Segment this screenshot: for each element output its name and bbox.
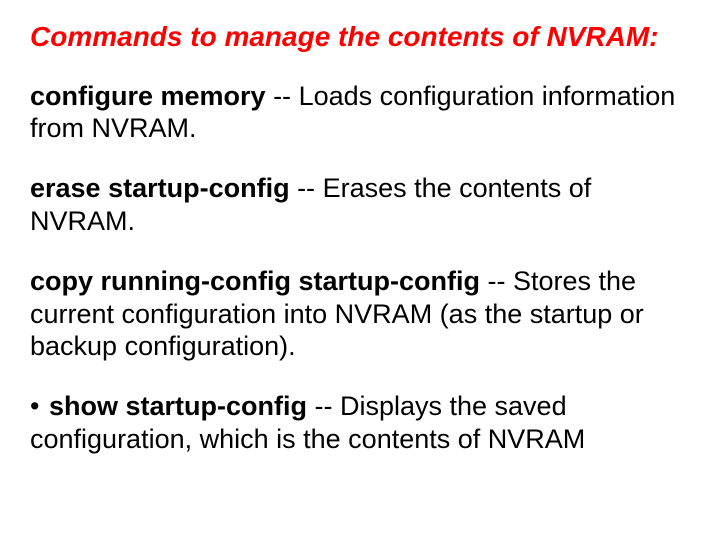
command-item-configure-memory: configure memory -- Loads configuration … <box>30 80 690 145</box>
command-name: erase startup-config <box>30 173 290 203</box>
bullet-icon: • <box>30 390 39 422</box>
command-sep: -- <box>290 173 323 203</box>
command-name: copy running-config startup-config <box>30 266 480 296</box>
command-sep: -- <box>480 266 513 296</box>
command-item-erase-startup-config: erase startup-config -- Erases the conte… <box>30 172 690 237</box>
command-item-copy-running-config: copy running-config startup-config -- St… <box>30 265 690 362</box>
command-name: configure memory <box>30 81 266 111</box>
section-title: Commands to manage the contents of NVRAM… <box>30 20 690 54</box>
command-sep: -- <box>266 81 299 111</box>
command-name: show startup-config <box>49 391 307 421</box>
slide: Commands to manage the contents of NVRAM… <box>0 0 720 540</box>
command-sep: -- <box>307 391 340 421</box>
command-item-show-startup-config: • show startup-config -- Displays the sa… <box>30 390 690 455</box>
